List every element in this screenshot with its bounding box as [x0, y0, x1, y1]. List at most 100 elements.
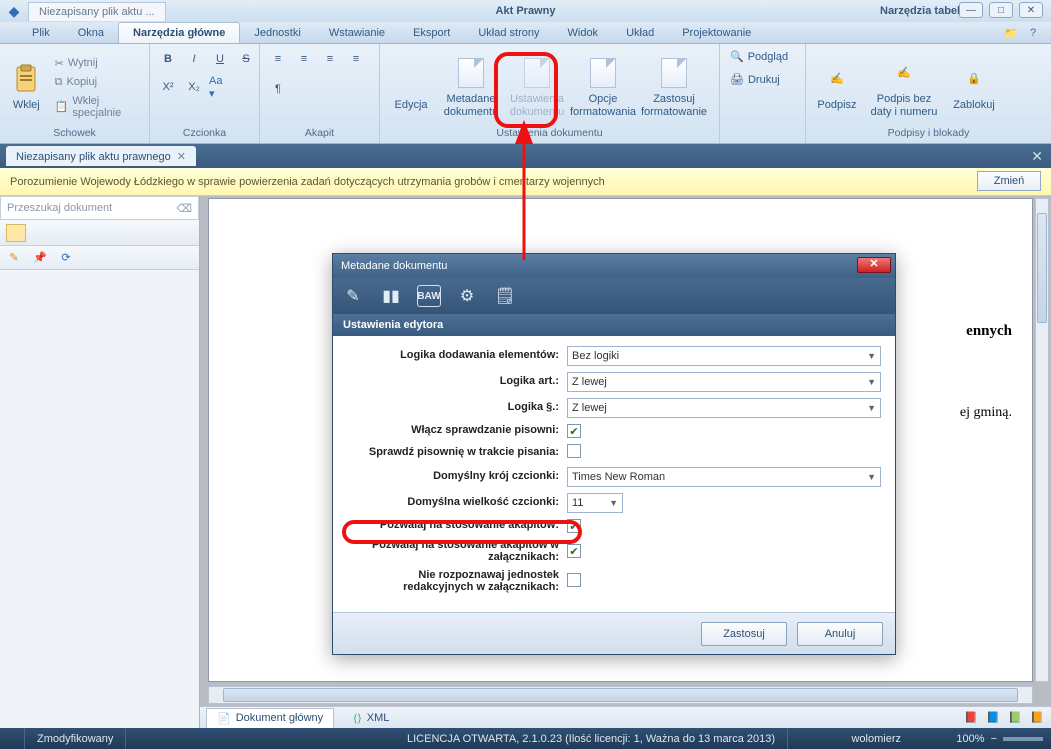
paste-special-button[interactable]: 📋Wklej specjalnie: [51, 93, 143, 121]
font-case-button[interactable]: Aa ▾: [208, 76, 232, 98]
menu-projektowanie[interactable]: Projektowanie: [668, 23, 765, 43]
menu-jednostki[interactable]: Jednostki: [240, 23, 314, 43]
bottom-tabs: 📄Dokument główny ⟨⟩XML 📕 📘 📗 📙: [200, 706, 1051, 728]
chevron-down-icon: ▼: [609, 498, 618, 508]
opcje-formatowania-button[interactable]: Opcje formatowania: [572, 49, 634, 127]
document-tab[interactable]: Niezapisany plik aktu prawnego ✕: [6, 146, 196, 166]
menu-okna[interactable]: Okna: [64, 23, 118, 43]
podpisz-label: Podpisz: [817, 99, 856, 112]
anuluj-button[interactable]: Anuluj: [797, 622, 883, 646]
pozwalaj-akapity-checkbox[interactable]: ✔: [567, 519, 581, 533]
paste-button[interactable]: Wklej: [6, 49, 47, 127]
zoom-out-button[interactable]: −: [991, 733, 997, 745]
bold-button[interactable]: B: [156, 48, 180, 70]
zastosuj-formatowanie-button[interactable]: Zastosuj formatowanie: [638, 49, 710, 127]
help-icon[interactable]: ?: [1025, 25, 1041, 41]
cut-icon: ✂: [55, 57, 64, 70]
dialog-gear-icon[interactable]: ⚙: [455, 285, 479, 307]
copy-icon: ⧉: [55, 76, 63, 89]
menu-uklad-strony[interactable]: Układ strony: [464, 23, 553, 43]
align-left-button[interactable]: ≡: [266, 48, 290, 70]
horizontal-scrollbar[interactable]: [208, 686, 1033, 704]
strike-button[interactable]: S: [234, 48, 258, 70]
dialog-titlebar[interactable]: Metadane dokumentu ✕: [333, 254, 895, 278]
menu-eksport[interactable]: Eksport: [399, 23, 464, 43]
menu-narzedzia-glowne[interactable]: Narzędzia główne: [118, 22, 240, 43]
export-doc-icon[interactable]: 📘: [985, 710, 1001, 726]
menu-uklad[interactable]: Układ: [612, 23, 668, 43]
align-justify-button[interactable]: ≡: [344, 48, 368, 70]
vertical-scrollbar[interactable]: [1035, 198, 1049, 682]
tab-xml[interactable]: ⟨⟩XML: [342, 708, 400, 728]
align-right-button[interactable]: ≡: [318, 48, 342, 70]
export-xml-icon[interactable]: 📗: [1007, 710, 1023, 726]
tree-doc-icon[interactable]: [6, 224, 26, 242]
wand-icon[interactable]: ✎: [6, 250, 22, 266]
scrollbar-thumb[interactable]: [223, 688, 1018, 702]
sprawdzanie-pisowni-checkbox[interactable]: ✔: [567, 424, 581, 438]
kroj-czcionki-select[interactable]: Times New Roman▼: [567, 467, 881, 487]
folder-icon[interactable]: 📁: [1003, 25, 1019, 41]
tab-close-icon[interactable]: ✕: [177, 150, 186, 163]
logika-dodawania-select[interactable]: Bez logiki▼: [567, 346, 881, 366]
status-modified: Zmodyfikowany: [25, 728, 126, 749]
paste-icon: [10, 63, 42, 95]
tab-dokument-glowny[interactable]: 📄Dokument główny: [206, 708, 334, 728]
refresh-icon[interactable]: ⟳: [58, 250, 74, 266]
italic-button[interactable]: I: [182, 48, 206, 70]
drukuj-button[interactable]: 🖨Drukuj: [726, 71, 784, 88]
field-label: Włącz sprawdzanie pisowni:: [347, 424, 567, 437]
dialog-note-icon[interactable]: 🗒: [493, 285, 517, 307]
copy-button[interactable]: ⧉Kopiuj: [51, 74, 143, 91]
pin-icon[interactable]: 📌: [32, 250, 48, 266]
podpis-bez-button[interactable]: ✍ Podpis bez daty i numeru: [866, 49, 942, 127]
paste-label: Wklej: [13, 99, 40, 112]
ribbon-group-label: [726, 127, 799, 141]
menu-plik[interactable]: Plik: [18, 23, 64, 43]
sprawdz-w-trakcie-checkbox[interactable]: [567, 444, 581, 458]
edycja-button[interactable]: Edycja: [386, 49, 436, 127]
sign-nodate-icon: ✍: [888, 57, 920, 89]
window-close-button[interactable]: ✕: [1019, 2, 1043, 18]
metadane-button[interactable]: Metadane dokumentu: [440, 49, 502, 127]
zablokuj-button[interactable]: 🔒 Zablokuj: [946, 49, 1002, 127]
window-maximize-button[interactable]: □: [989, 2, 1013, 18]
menu-wstawianie[interactable]: Wstawianie: [315, 23, 399, 43]
context-title-center: Akt Prawny: [496, 5, 556, 17]
dialog-book-icon[interactable]: ▮▮: [379, 285, 403, 307]
dialog-close-button[interactable]: ✕: [857, 257, 891, 273]
search-input[interactable]: Przeszukaj dokument ⌫: [0, 196, 199, 220]
zastosuj-button[interactable]: Zastosuj: [701, 622, 787, 646]
subscript-button[interactable]: X₂: [182, 76, 206, 98]
pilcrow-button[interactable]: ¶: [266, 78, 290, 100]
dialog-baw-icon[interactable]: BAW: [417, 285, 441, 307]
zmien-button[interactable]: Zmień: [977, 171, 1041, 191]
format-options-icon: [587, 57, 619, 89]
pozwalaj-akapity-zal-checkbox[interactable]: ✔: [567, 544, 581, 558]
logika-par-select[interactable]: Z lewej▼: [567, 398, 881, 418]
logika-art-select[interactable]: Z lewej▼: [567, 372, 881, 392]
edit-icon: [395, 63, 427, 95]
apply-format-icon: [658, 57, 690, 89]
podglad-button[interactable]: 🔍Podgląd: [726, 48, 792, 65]
wielkosc-czcionki-select[interactable]: 11▼: [567, 493, 623, 513]
scrollbar-thumb[interactable]: [1037, 213, 1047, 323]
tabstrip-close-icon[interactable]: ✕: [1031, 148, 1043, 165]
align-center-button[interactable]: ≡: [292, 48, 316, 70]
superscript-button[interactable]: X²: [156, 76, 180, 98]
field-label: Nie rozpoznawaj jednostek redakcyjnych w…: [347, 569, 567, 593]
underline-button[interactable]: U: [208, 48, 232, 70]
nie-rozpoznawaj-checkbox[interactable]: [567, 573, 581, 587]
search-clear-icon[interactable]: ⌫: [176, 202, 192, 215]
paste-special-icon: 📋: [55, 100, 69, 113]
zoom-slider[interactable]: [1003, 737, 1043, 741]
dialog-body: Logika dodawania elementów:Bez logiki▼ L…: [333, 336, 895, 612]
ustawienia-dokumentu-button[interactable]: Ustawienia dokumentu: [506, 49, 568, 127]
dialog-edit-icon[interactable]: ✎: [341, 285, 365, 307]
export-other-icon[interactable]: 📙: [1029, 710, 1045, 726]
window-minimize-button[interactable]: —: [959, 2, 983, 18]
podpisz-button[interactable]: ✍ Podpisz: [812, 49, 862, 127]
cut-button[interactable]: ✂Wytnij: [51, 55, 143, 72]
export-pdf-icon[interactable]: 📕: [963, 710, 979, 726]
menu-widok[interactable]: Widok: [554, 23, 613, 43]
